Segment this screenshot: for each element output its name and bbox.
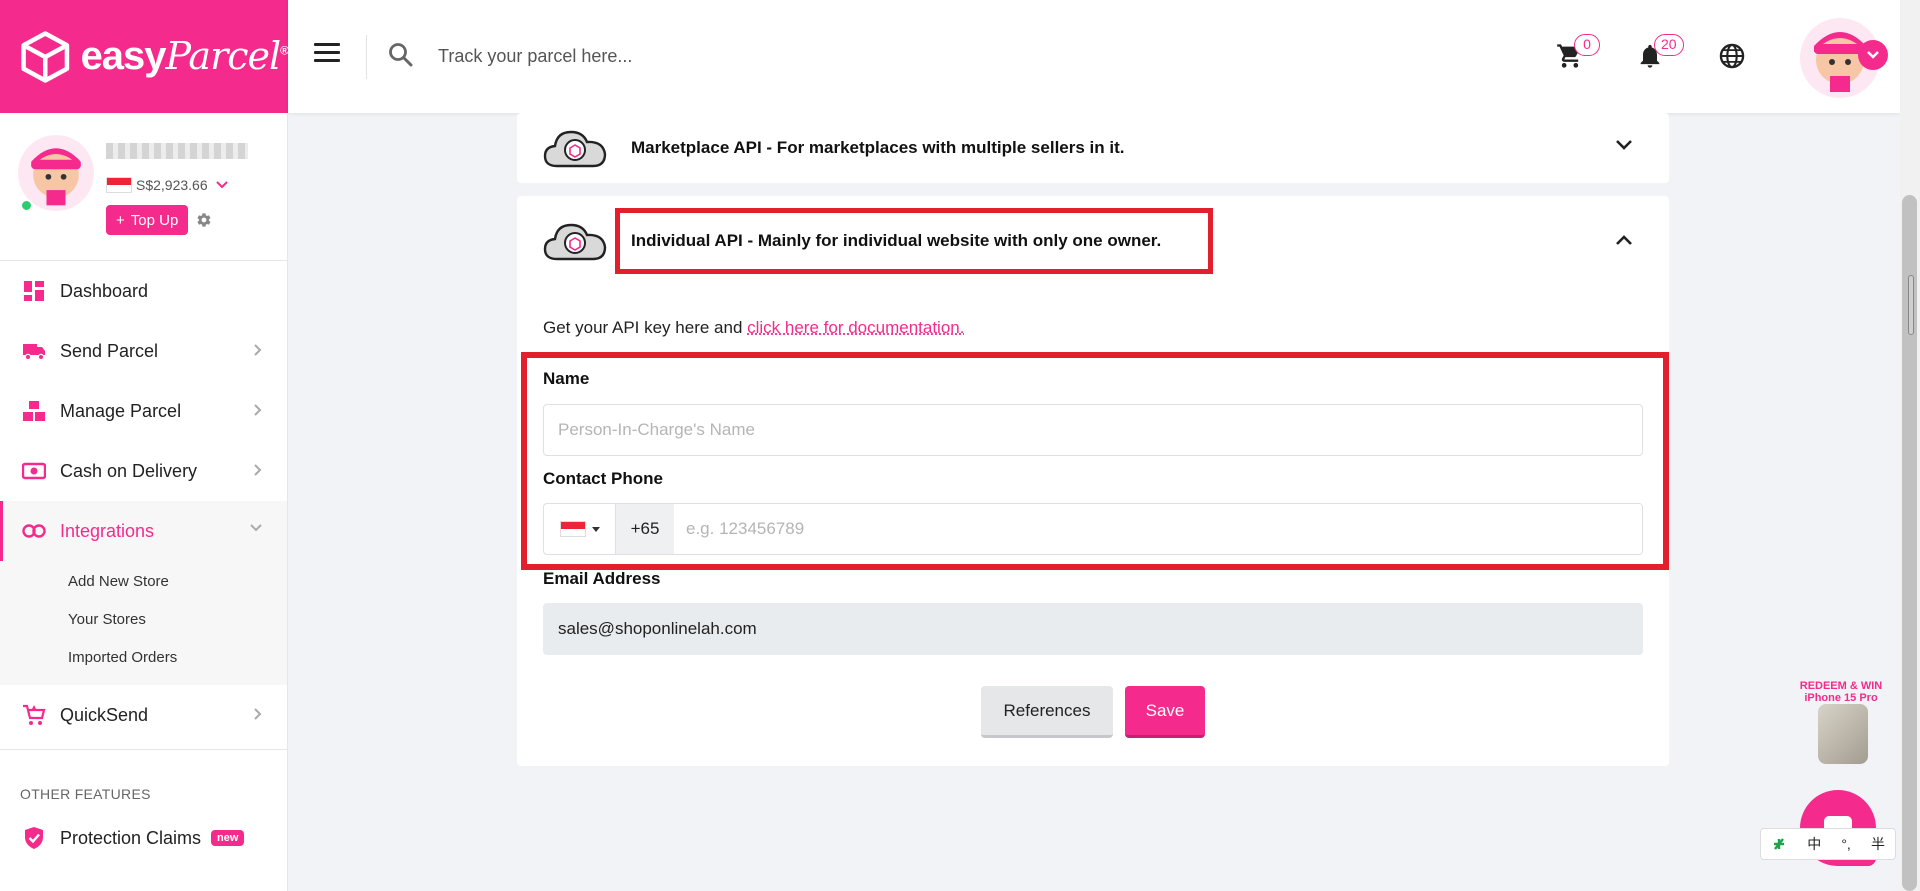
- ime-chinese-mode[interactable]: 中: [1807, 834, 1821, 854]
- save-button[interactable]: Save: [1125, 686, 1205, 738]
- iphone-image: [1818, 704, 1868, 764]
- menu-icon[interactable]: [314, 43, 340, 69]
- ime-toolbar: 中 °, 半: [1760, 828, 1896, 860]
- subnav-add-new-store[interactable]: Add New Store: [0, 563, 287, 601]
- chevron-down-icon: [215, 181, 228, 189]
- promo-widget[interactable]: REDEEM & WIN iPhone 15 Pro: [1796, 680, 1886, 768]
- promo-text: REDEEM & WIN iPhone 15 Pro: [1799, 680, 1883, 704]
- individual-api-card: Individual API - Mainly for individual w…: [517, 196, 1669, 766]
- sidebar-nav-2: QuickSend: [0, 685, 287, 745]
- email-label: Email Address: [543, 569, 661, 588]
- link-icon: [22, 524, 46, 538]
- sidebar: S$2,923.66 + Top Up Dashboard Send Parce…: [0, 113, 288, 891]
- new-badge: new: [211, 830, 245, 846]
- brand-logo[interactable]: easyParcel®: [0, 0, 289, 113]
- top-up-button[interactable]: + Top Up: [106, 205, 189, 235]
- sidebar-nav: Dashboard Send Parcel Manage Parcel Cash…: [0, 261, 287, 561]
- ime-half-width-mode[interactable]: 半: [1871, 834, 1885, 854]
- country-code-select[interactable]: [544, 504, 616, 554]
- ime-punctuation-mode[interactable]: °,: [1841, 836, 1851, 852]
- scrollbar-grip: [1908, 275, 1914, 335]
- header-divider: [366, 35, 367, 79]
- gear-icon[interactable]: [196, 212, 212, 228]
- sidebar-item-protection-claims[interactable]: Protection Claims new: [0, 808, 287, 868]
- cash-icon: [22, 462, 46, 480]
- api-intro-text: Get your API key here and click here for…: [543, 318, 965, 337]
- username-blurred: [106, 143, 248, 159]
- phone-input[interactable]: [674, 504, 1642, 554]
- search-icon: [389, 43, 413, 67]
- sidebar-item-dashboard[interactable]: Dashboard: [0, 261, 287, 321]
- track-parcel-input[interactable]: [438, 36, 1038, 76]
- subnav-imported-orders[interactable]: Imported Orders: [0, 639, 287, 677]
- documentation-link[interactable]: click here for documentation.: [747, 318, 964, 337]
- annotation-highlight-title: [615, 208, 1213, 274]
- sidebar-item-quicksend[interactable]: QuickSend: [0, 685, 287, 745]
- marketplace-api-header[interactable]: Marketplace API - For marketplaces with …: [543, 113, 1124, 183]
- top-header: 0 20: [288, 0, 1900, 113]
- cloud-box-icon: [543, 130, 607, 168]
- notification-count-badge: 20: [1654, 34, 1684, 56]
- profile-section: S$2,923.66 + Top Up: [0, 113, 287, 261]
- singapore-flag-icon: [106, 177, 132, 193]
- brand-name: easyParcel®: [80, 34, 289, 78]
- sidebar-nav-3: Protection Claims new: [0, 808, 287, 868]
- online-status-dot: [20, 199, 33, 212]
- marketplace-api-card: Marketplace API - For marketplaces with …: [517, 113, 1669, 183]
- notifications-button[interactable]: 20: [1636, 34, 1684, 75]
- globe-icon: [1719, 43, 1745, 69]
- name-label: Name: [543, 369, 590, 388]
- chevron-right-icon: [254, 708, 262, 720]
- sidebar-item-cash-on-delivery[interactable]: Cash on Delivery: [0, 441, 287, 501]
- contact-phone-group: +65: [543, 503, 1643, 555]
- balance-amount: S$2,923.66: [136, 177, 208, 193]
- email-input[interactable]: [543, 603, 1643, 655]
- quick-cart-icon: [23, 704, 46, 725]
- subnav-your-stores[interactable]: Your Stores: [0, 601, 287, 639]
- sidebar-item-manage-parcel[interactable]: Manage Parcel: [0, 381, 287, 441]
- plus-icon: +: [116, 211, 125, 229]
- chevron-down-icon: [1867, 51, 1879, 59]
- wallet-balance[interactable]: S$2,923.66: [106, 177, 228, 193]
- chevron-down-icon: [250, 524, 262, 532]
- other-features-title: OTHER FEATURES: [20, 786, 151, 802]
- name-input[interactable]: [543, 404, 1643, 456]
- shield-check-icon: [25, 827, 43, 849]
- dashboard-icon: [24, 281, 44, 301]
- truck-icon: [23, 344, 45, 361]
- box-logo-icon: [21, 30, 70, 83]
- chevron-down-icon[interactable]: [1615, 139, 1633, 151]
- marketplace-api-title: Marketplace API - For marketplaces with …: [631, 138, 1125, 157]
- cart-count-badge: 0: [1574, 34, 1600, 56]
- sidebar-item-send-parcel[interactable]: Send Parcel: [0, 321, 287, 381]
- account-dropdown-button[interactable]: [1858, 40, 1888, 70]
- chevron-right-icon: [254, 464, 262, 476]
- ime-logo-icon[interactable]: [1771, 836, 1787, 852]
- references-button[interactable]: References: [981, 686, 1113, 738]
- cloud-box-icon: [543, 223, 607, 261]
- chevron-right-icon: [254, 344, 262, 356]
- chevron-up-icon[interactable]: [1615, 234, 1633, 246]
- language-button[interactable]: [1718, 42, 1746, 75]
- singapore-flag-icon: [559, 521, 586, 537]
- integrations-submenu: Add New Store Your Stores Imported Order…: [0, 561, 287, 685]
- sidebar-item-integrations[interactable]: Integrations: [0, 501, 287, 561]
- contact-phone-label: Contact Phone: [543, 469, 663, 488]
- chevron-right-icon: [254, 404, 262, 416]
- caret-down-icon: [591, 526, 600, 532]
- boxes-icon: [23, 401, 45, 421]
- cart-button[interactable]: 0: [1556, 34, 1600, 75]
- dial-code: +65: [616, 504, 674, 554]
